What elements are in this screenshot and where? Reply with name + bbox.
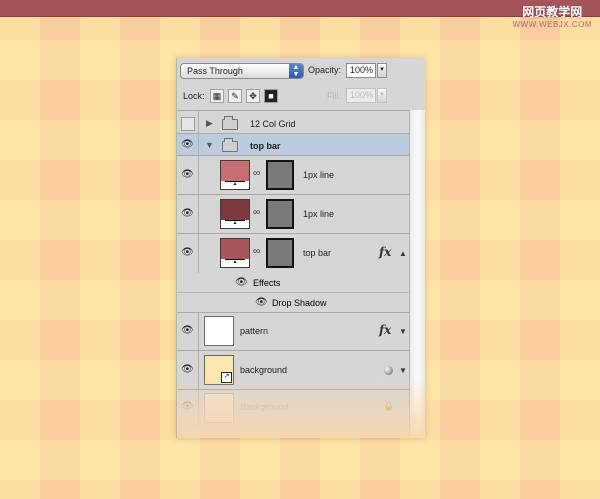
- eye-icon[interactable]: 👁: [181, 248, 194, 258]
- layer-top-bar[interactable]: 👁 ▲ ∞ top bar fx ▲: [177, 234, 409, 273]
- fill-label: Fill:: [327, 91, 341, 101]
- lock-icon: 🔒: [383, 401, 395, 411]
- layer-group-top-bar[interactable]: 👁 ▼ top bar: [177, 134, 409, 156]
- folder-icon: [222, 138, 238, 152]
- watermark-text: 网页教学网: [522, 5, 583, 19]
- watermark: 网页教学网 WWW.WEBJX.COM: [513, 6, 592, 29]
- layer-background[interactable]: 👁 ↗ background ▼: [177, 351, 409, 390]
- blend-mode-arrow-icon[interactable]: ▲ ▼: [289, 64, 303, 78]
- blend-mode-value: Pass Through: [187, 66, 243, 76]
- mask-thumbnail[interactable]: [266, 238, 294, 268]
- eye-icon[interactable]: 👁: [181, 140, 194, 150]
- lock-row: Lock: ▦ ✎ ✥ ■ Fill: 100% ▼: [177, 83, 425, 111]
- eye-icon[interactable]: 👁: [181, 170, 194, 180]
- expand-arrow-icon[interactable]: ▼: [399, 366, 407, 375]
- link-badge-icon: ↗: [221, 372, 232, 383]
- watermark-url: WWW.WEBJX.COM: [512, 20, 592, 29]
- opacity-dropdown-icon[interactable]: ▼: [377, 63, 387, 78]
- fill-dropdown-icon[interactable]: ▼: [377, 88, 387, 103]
- effects-row[interactable]: 👁 Effects: [177, 273, 409, 293]
- layer-name: Background: [240, 402, 289, 412]
- blend-mode-select[interactable]: Pass Through ▲ ▼: [180, 63, 304, 79]
- expand-effects-arrow-icon[interactable]: ▼: [399, 327, 407, 336]
- layer-pattern[interactable]: 👁 pattern fx ▼: [177, 313, 409, 351]
- lock-position-icon[interactable]: ✥: [246, 89, 260, 103]
- visibility-cell[interactable]: 👁: [177, 134, 199, 155]
- eye-icon[interactable]: 👁: [181, 209, 194, 219]
- eye-icon[interactable]: 👁: [181, 402, 194, 412]
- layer-name: 1px line: [303, 209, 335, 219]
- mask-thumbnail[interactable]: [266, 160, 294, 190]
- drop-shadow-eye-icon[interactable]: 👁: [255, 297, 268, 308]
- effects-eye-icon[interactable]: 👁: [235, 277, 248, 288]
- opacity-label: Opacity:: [308, 65, 342, 75]
- layer-thumbnail: ▲: [220, 199, 250, 229]
- blend-row: Pass Through ▲ ▼ Opacity: 100% ▼: [177, 58, 425, 86]
- layer-name: top bar: [250, 141, 281, 151]
- visibility-cell[interactable]: 👁: [177, 351, 199, 389]
- collapse-triangle-icon[interactable]: ▼: [205, 140, 214, 150]
- layer-name: top bar: [303, 248, 332, 258]
- lock-image-icon[interactable]: ✎: [228, 89, 242, 103]
- layer-thumbnail: ↗: [204, 355, 234, 385]
- lock-all-icon[interactable]: ■: [264, 89, 278, 103]
- effects-label: Effects: [253, 278, 281, 288]
- layer-thumbnail: ▲: [220, 160, 250, 190]
- layers-panel: Pass Through ▲ ▼ Opacity: 100% ▼ Lock: ▦ …: [176, 58, 425, 438]
- top-bar: [0, 0, 600, 17]
- visibility-cell[interactable]: [177, 111, 199, 133]
- chain-link-icon[interactable]: ∞: [253, 168, 260, 179]
- layer-1px-line-2[interactable]: 👁 ▲ ∞ 1px line: [177, 195, 409, 234]
- layer-1px-line-1[interactable]: 👁 ▲ ∞ 1px line: [177, 156, 409, 195]
- drop-shadow-label: Drop Shadow: [272, 298, 327, 308]
- opacity-field[interactable]: 100%: [346, 63, 376, 78]
- visibility-cell[interactable]: 👁: [177, 234, 199, 273]
- layer-style-icon: [384, 366, 393, 375]
- mask-thumbnail[interactable]: [266, 199, 294, 229]
- eye-icon[interactable]: 👁: [181, 365, 194, 375]
- layer-name: pattern: [240, 326, 269, 336]
- layer-name: 1px line: [303, 170, 335, 180]
- layer-background-locked[interactable]: 👁 Background 🔒: [177, 390, 409, 426]
- layer-name: background: [240, 365, 288, 375]
- visibility-cell[interactable]: 👁: [177, 156, 199, 194]
- thumb-color: [221, 161, 249, 181]
- scrollbar[interactable]: [409, 110, 425, 438]
- layer-name: 12 Col Grid: [250, 119, 296, 129]
- drop-shadow-row[interactable]: 👁 Drop Shadow: [177, 293, 409, 313]
- lock-transparent-icon[interactable]: ▦: [210, 89, 224, 103]
- visibility-cell[interactable]: 👁: [177, 390, 199, 426]
- thumb-strip: ▲: [225, 181, 245, 187]
- thumb-strip: ▲: [225, 220, 245, 226]
- visibility-cell[interactable]: 👁: [177, 195, 199, 233]
- visibility-off-box[interactable]: [181, 117, 195, 131]
- thumb-strip: ▲: [225, 259, 245, 265]
- fx-icon[interactable]: fx: [379, 245, 391, 259]
- thumb-color: [221, 239, 249, 259]
- thumb-color: [221, 200, 249, 220]
- expand-triangle-icon[interactable]: ▶: [206, 118, 213, 129]
- layer-group-12-col-grid[interactable]: ▶ 12 Col Grid: [177, 110, 409, 134]
- chain-link-icon[interactable]: ∞: [253, 246, 260, 257]
- lock-label: Lock:: [183, 91, 205, 101]
- eye-icon[interactable]: 👁: [181, 326, 194, 336]
- chain-link-icon[interactable]: ∞: [253, 207, 260, 218]
- visibility-cell[interactable]: 👁: [177, 313, 199, 350]
- layer-thumbnail: ▲: [220, 238, 250, 268]
- folder-icon: [222, 116, 238, 130]
- layer-thumbnail: [204, 393, 234, 423]
- fx-icon[interactable]: fx: [379, 323, 391, 337]
- collapse-effects-arrow-icon[interactable]: ▲: [399, 249, 407, 258]
- layer-thumbnail: [204, 316, 234, 346]
- fill-field[interactable]: 100%: [346, 88, 376, 103]
